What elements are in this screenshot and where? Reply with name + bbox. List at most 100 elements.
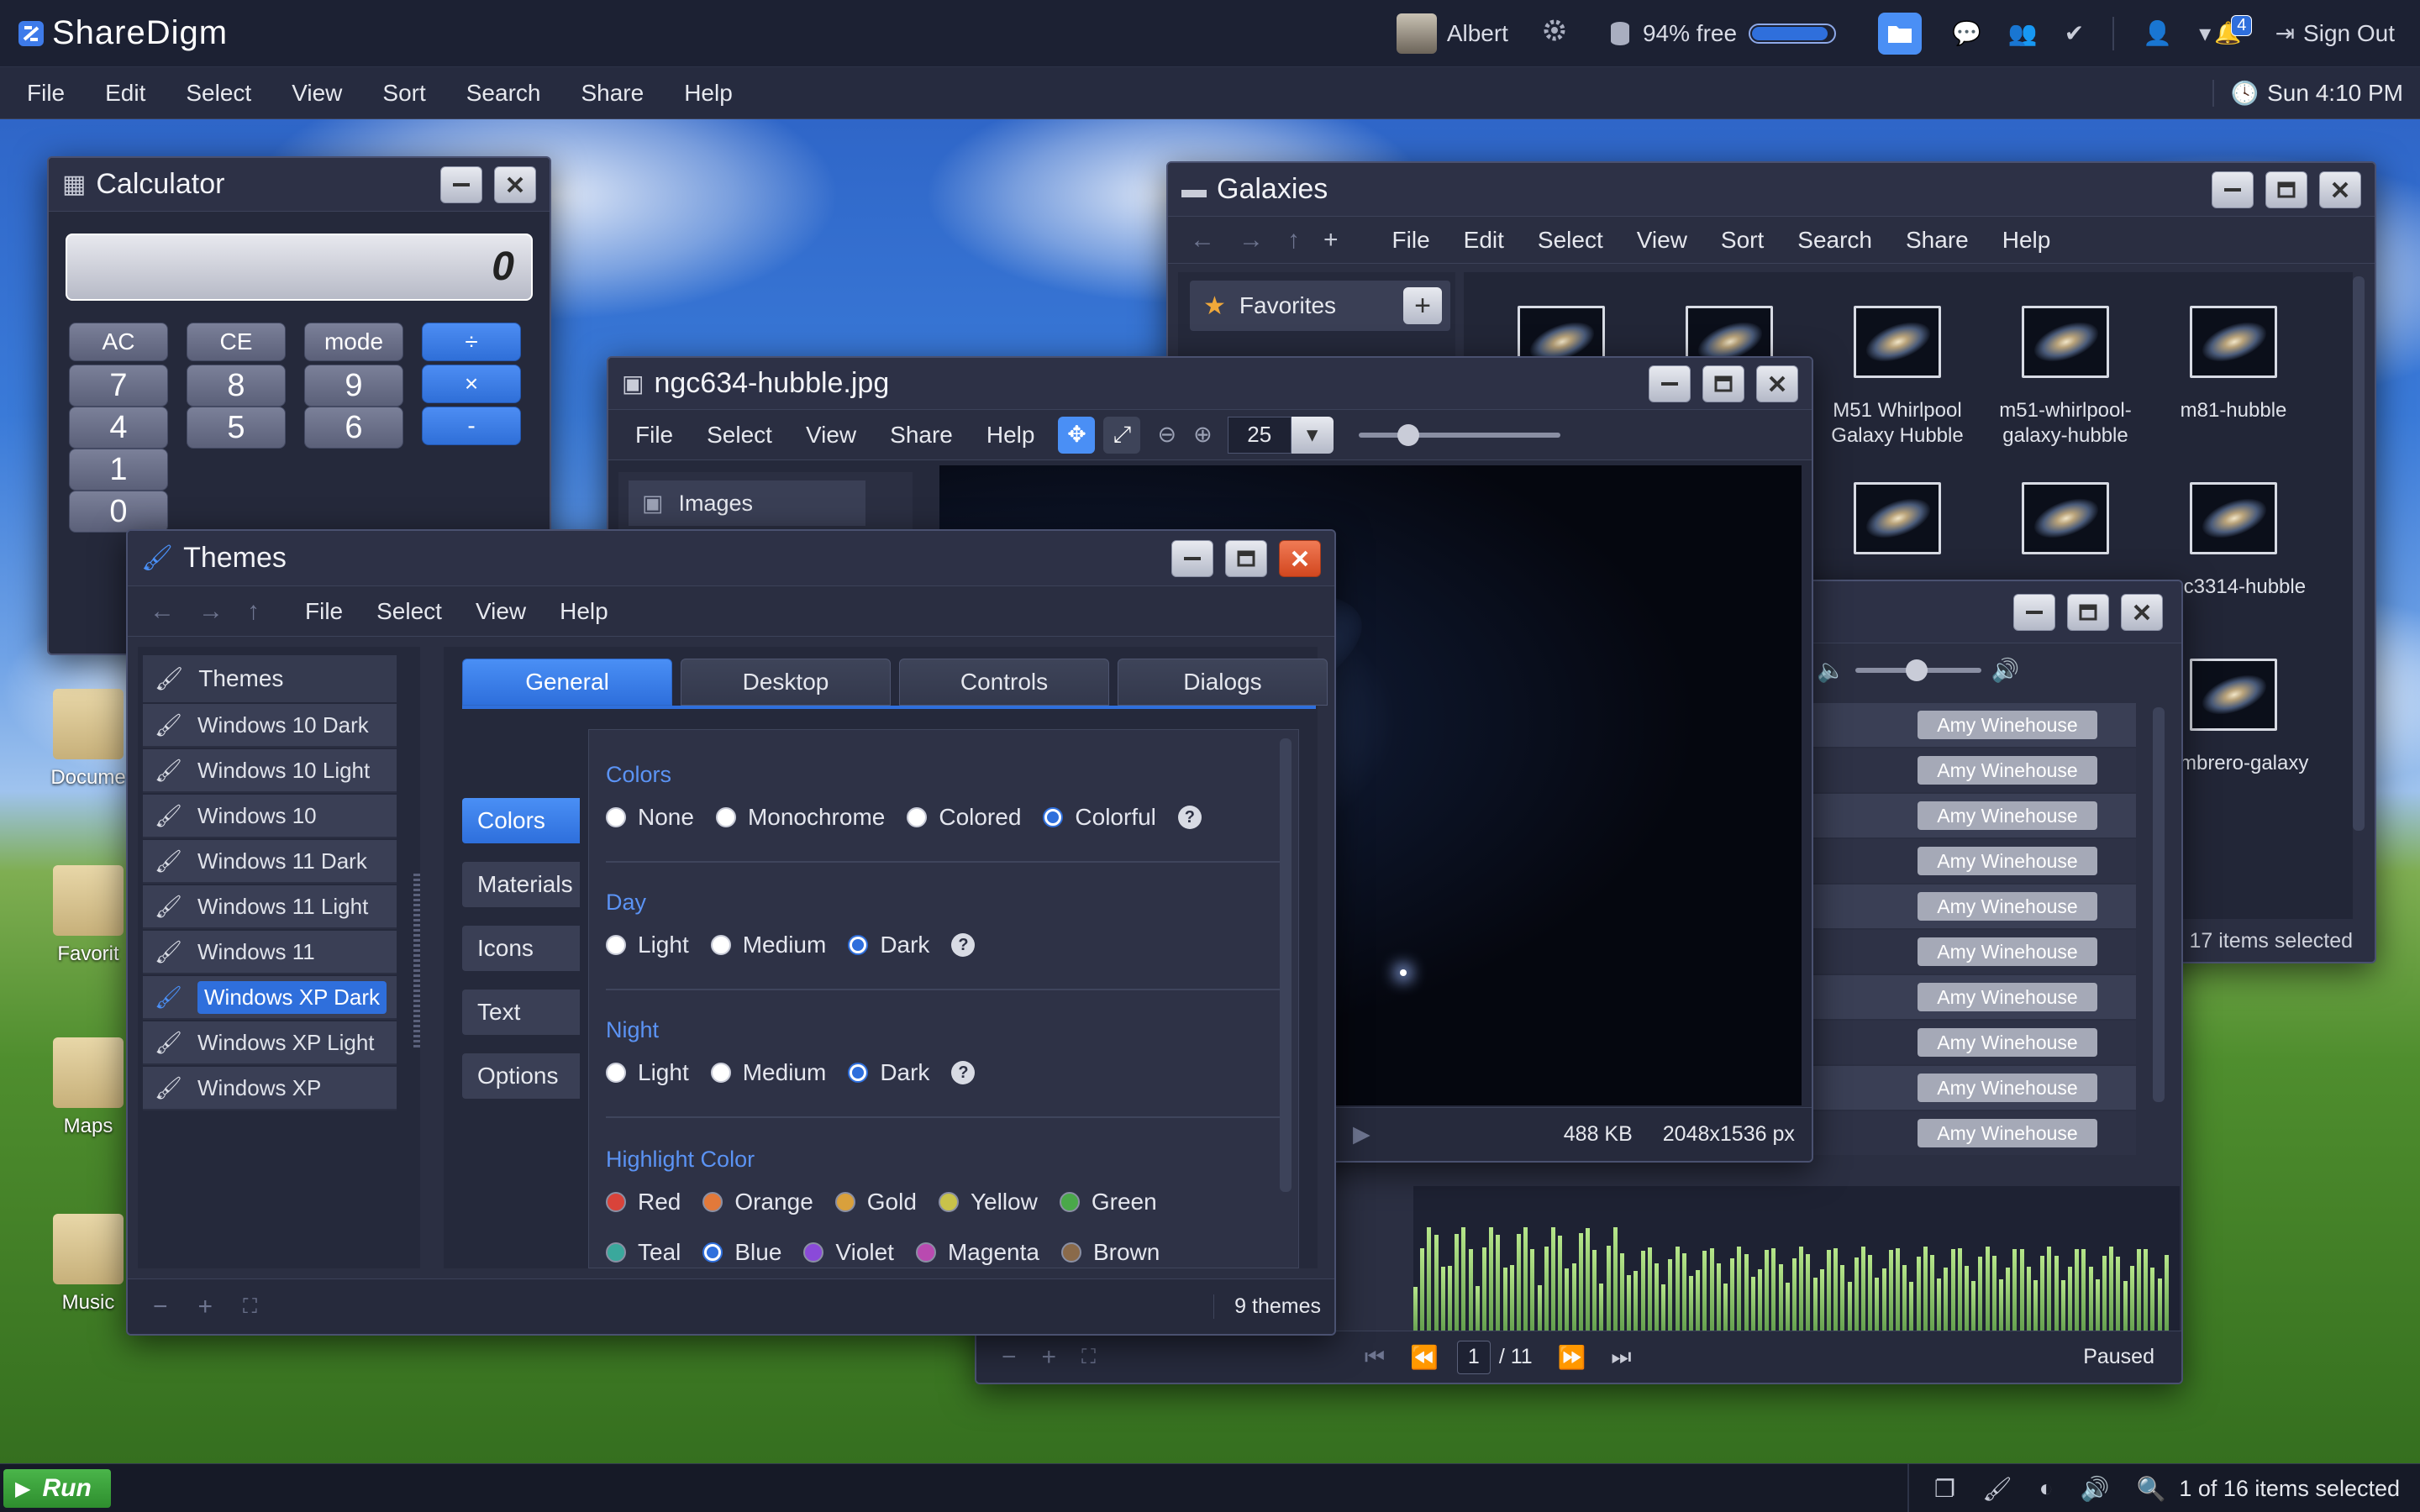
theme-list-item[interactable]: 🖌 Windows 11 (143, 931, 397, 974)
minimize-button[interactable] (2013, 593, 2055, 631)
viewer-menu-help[interactable]: Help (970, 422, 1052, 449)
radio-day-dark[interactable]: Dark (848, 932, 929, 958)
zoom-slider[interactable] (1358, 423, 1560, 446)
volume-control[interactable]: 🔈 🔊 (1817, 657, 2019, 684)
plus-icon[interactable]: + (1042, 1343, 1057, 1372)
maximize-button[interactable] (1702, 365, 1744, 402)
theme-list-item[interactable]: 🖌 Windows 11 Light (143, 885, 397, 929)
minimize-button[interactable] (440, 165, 482, 203)
calc-key[interactable]: CE (187, 323, 286, 361)
brush-icon[interactable]: 🖌 (1982, 1475, 2012, 1503)
gallery-thumbnail[interactable] (1854, 482, 1941, 554)
calc-key[interactable]: 0 (69, 491, 168, 533)
radio-night-dark[interactable]: Dark (848, 1059, 929, 1086)
viewer-menu-file[interactable]: File (618, 422, 690, 449)
calc-key[interactable]: AC (69, 323, 168, 361)
subnav-materials[interactable]: Materials (462, 862, 580, 907)
brand-logo[interactable]: ShareDigm (17, 14, 228, 52)
volume-slider[interactable] (1854, 659, 1981, 681)
galaxies-menu-file[interactable]: File (1376, 227, 1447, 254)
zoom-knob[interactable] (1397, 423, 1419, 446)
up-arrow-icon[interactable]: ↑ (1276, 226, 1312, 255)
desktop-icon-maps[interactable]: Maps (42, 1037, 134, 1138)
new-folder-icon[interactable]: + (1312, 226, 1350, 255)
play-icon[interactable]: ▶ (1353, 1121, 1370, 1147)
fullscreen-icon[interactable]: ⛶ (1081, 1346, 1096, 1369)
favorites-header[interactable]: ★ Favorites + (1190, 281, 1450, 331)
radio-day-light[interactable]: Light (606, 932, 689, 958)
subnav-icons[interactable]: Icons (462, 926, 580, 971)
themes-menu-help[interactable]: Help (543, 598, 625, 625)
theme-list-item[interactable]: 🖌 Windows 10 Dark (143, 704, 397, 748)
tab-general[interactable]: General (462, 659, 672, 706)
close-button[interactable] (1756, 365, 1798, 402)
gallery-item-label[interactable]: m51-whirlpool-galaxy-hubble (1973, 398, 2158, 449)
fullscreen-icon[interactable]: ⛶ (243, 1295, 257, 1319)
last-track-icon[interactable]: ⏭ (1611, 1344, 1631, 1371)
themes-menu-file[interactable]: File (288, 598, 360, 625)
rewind-icon[interactable]: ⏪ (1410, 1344, 1439, 1371)
settings-scrollbar[interactable] (1280, 738, 1292, 1192)
help-icon[interactable]: ? (951, 933, 976, 957)
zoom-in-icon[interactable]: ⊕ (1193, 422, 1213, 448)
signout-button[interactable]: ⇥ Sign Out (2275, 19, 2395, 47)
main-menu-view[interactable]: View (271, 80, 362, 107)
themes-menu-select[interactable]: Select (360, 598, 459, 625)
theme-list-item[interactable]: 🖌 Windows 10 (143, 795, 397, 838)
plus-icon[interactable]: + (198, 1293, 213, 1321)
main-menu-file[interactable]: File (7, 80, 85, 107)
track-scrollbar[interactable] (2153, 707, 2165, 1102)
viewer-menu-share[interactable]: Share (873, 422, 970, 449)
maximize-button[interactable] (2265, 171, 2307, 208)
desktop-icon-music[interactable]: Music (42, 1214, 134, 1315)
radio-highlight-gold[interactable]: Gold (834, 1189, 917, 1215)
chevron-down-icon[interactable]: ▾ (2199, 19, 2211, 47)
zoom-out-icon[interactable]: ⊖ (1157, 422, 1176, 448)
users-icon[interactable]: 👥 (2008, 19, 2038, 47)
desktop-icon-favorites[interactable]: Favorit (42, 865, 134, 966)
zoom-value[interactable]: 25 (1227, 416, 1292, 454)
gallery-item-label[interactable]: M51 Whirlpool Galaxy Hubble (1805, 398, 1990, 449)
tab-controls[interactable]: Controls (899, 659, 1109, 706)
radio-colors-monochrome[interactable]: Monochrome (715, 804, 885, 831)
radio-highlight-red[interactable]: Red (606, 1189, 681, 1215)
desktop-icon-documents[interactable]: Docume (42, 689, 134, 790)
folder-app-button[interactable] (1878, 12, 1923, 55)
maximize-button[interactable] (2067, 593, 2109, 631)
theme-list-item[interactable]: 🖌 Windows 10 Light (143, 749, 397, 793)
galaxies-scrollbar[interactable] (2353, 276, 2365, 831)
theme-list-item[interactable]: 🖌 Windows XP (143, 1067, 397, 1110)
minimize-button[interactable] (1171, 539, 1213, 577)
close-button[interactable] (494, 165, 536, 203)
radio-colors-none[interactable]: None (606, 804, 694, 831)
subnav-text[interactable]: Text (462, 990, 580, 1035)
gallery-thumbnail[interactable] (2022, 306, 2109, 378)
radio-highlight-brown[interactable]: Brown (1060, 1239, 1160, 1266)
galaxies-menu-select[interactable]: Select (1521, 227, 1620, 254)
calc-key[interactable]: mode (304, 323, 403, 361)
galaxies-menu-share[interactable]: Share (1889, 227, 1986, 254)
tab-desktop[interactable]: Desktop (681, 659, 891, 706)
main-menu-sort[interactable]: Sort (362, 80, 445, 107)
help-icon[interactable]: ? (951, 1061, 976, 1084)
tab-dialogs[interactable]: Dialogs (1118, 659, 1328, 706)
first-track-icon[interactable]: ⏮ (1365, 1344, 1385, 1371)
images-folder[interactable]: ▣ Images (629, 480, 865, 526)
close-button[interactable] (1279, 539, 1321, 577)
volume-knob[interactable] (1905, 659, 1928, 681)
main-menu-help[interactable]: Help (664, 80, 753, 107)
maximize-button[interactable] (1225, 539, 1267, 577)
zoom-dropdown-button[interactable]: ▾ (1291, 416, 1334, 454)
viewer-menu-select[interactable]: Select (690, 422, 789, 449)
user-menu[interactable]: Albert (1396, 13, 1508, 54)
gallery-thumbnail[interactable] (1854, 306, 1941, 378)
subnav-options[interactable]: Options (462, 1053, 580, 1099)
minus-icon[interactable]: − (153, 1293, 168, 1321)
galaxies-menu-view[interactable]: View (1620, 227, 1704, 254)
user-search-icon[interactable]: 👤 (2143, 19, 2172, 47)
main-menu-search[interactable]: Search (446, 80, 561, 107)
radio-highlight-orange[interactable]: Orange (702, 1189, 813, 1215)
theme-list-item[interactable]: 🖌 Windows XP Dark (143, 976, 397, 1020)
minimize-button[interactable] (1649, 365, 1691, 402)
run-button[interactable]: ▶ Run (3, 1469, 111, 1508)
